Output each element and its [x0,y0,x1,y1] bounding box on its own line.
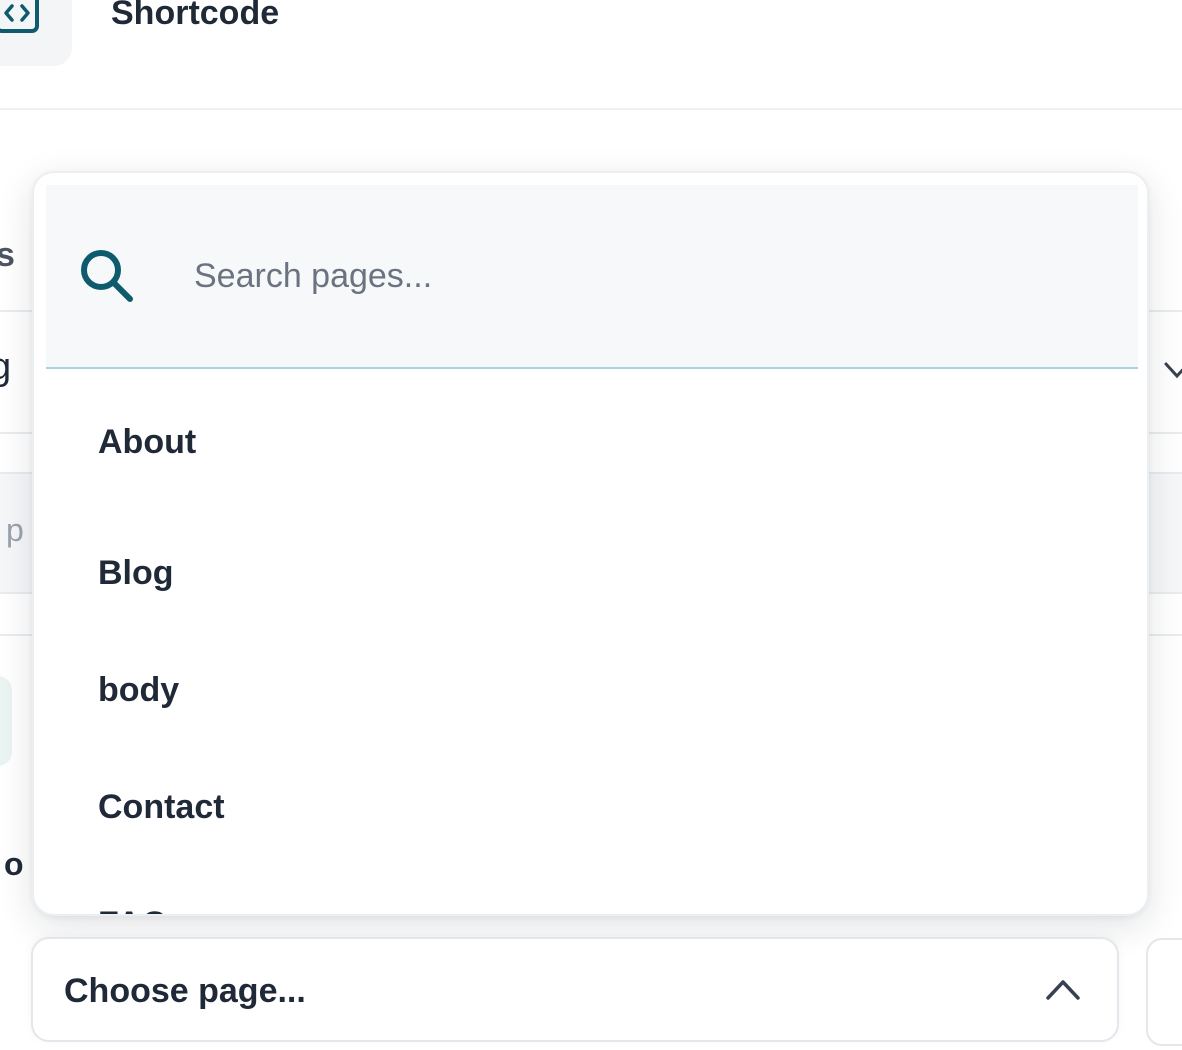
search-icon [81,250,133,302]
chevron-up-icon [1046,980,1080,1000]
choose-page-label: Choose page... [64,972,306,1010]
page-option[interactable]: About [46,369,1138,515]
page-option[interactable]: Contact [46,749,1138,866]
background-partial-placeholder: p [6,512,24,548]
page: Shortcode s g p o AboutBlogbodyContactFA… [0,0,1182,1050]
page-option[interactable]: Blog [46,515,1138,632]
page-title: Shortcode [111,0,280,32]
page-option[interactable]: body [46,632,1138,749]
search-bar [46,185,1138,369]
search-input[interactable] [194,241,1094,311]
options-list: AboutBlogbodyContactFAQ [46,369,1138,915]
background-partial-text: s [0,236,15,274]
background-partial-glyph: g [0,346,12,388]
background-partial-bold-text: o [4,846,24,882]
header-divider [0,108,1182,110]
choose-page-select[interactable]: Choose page... [31,937,1119,1042]
background-pill [0,676,12,766]
page-dropdown: AboutBlogbodyContactFAQ [32,171,1149,916]
background-right-card[interactable] [1146,938,1182,1046]
code-brackets-icon [0,0,39,33]
page-option[interactable]: FAQ [46,866,1138,914]
chevron-down-icon[interactable] [1162,356,1182,386]
